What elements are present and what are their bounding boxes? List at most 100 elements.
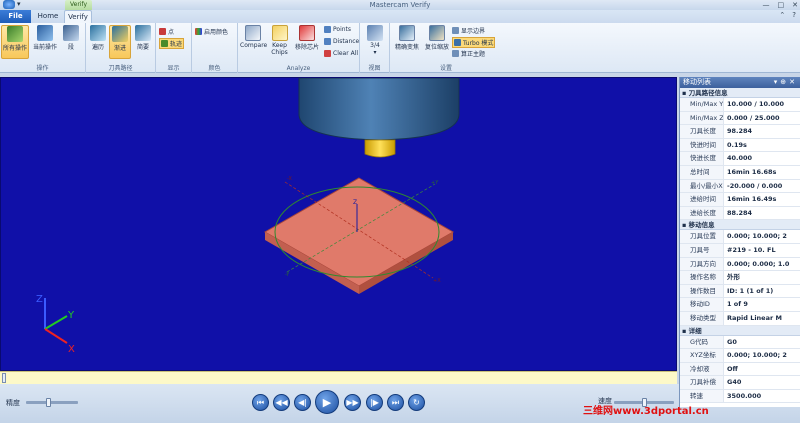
view-3-4-label: 3/4 xyxy=(370,42,380,49)
pin-icon[interactable]: ⊕ xyxy=(780,78,789,86)
help-icon[interactable]: ? xyxy=(792,11,796,19)
playback-timeline[interactable] xyxy=(0,371,677,384)
compare-label: Compare xyxy=(240,42,268,49)
step-back-button[interactable]: ◀| xyxy=(294,394,311,411)
group-label-display: 显示 xyxy=(167,65,180,72)
view-3-4-button[interactable]: 3/4 ▾ xyxy=(365,25,385,59)
loop-button[interactable]: ↻ xyxy=(408,394,425,411)
prop-value: 外形 xyxy=(727,273,740,282)
prop-key: 进给时间 xyxy=(680,193,724,206)
current-operation-button[interactable]: 当前操作 xyxy=(31,25,59,59)
panel-close-icon[interactable]: ✕ xyxy=(789,78,798,86)
enable-color-toggle[interactable]: 启用颜色 xyxy=(195,27,228,36)
theme-toggle[interactable]: 算正主题 xyxy=(452,49,485,58)
svg-text:-X: -X xyxy=(287,176,293,182)
table-row: 刀具方向 0.000; 0.000; 1.0 xyxy=(680,257,800,272)
next-op-button[interactable]: |▶ xyxy=(366,394,383,411)
traverse-label: 遍历 xyxy=(91,44,104,51)
table-row: G代码 G0 xyxy=(680,335,800,350)
compare-icon xyxy=(245,25,261,41)
prop-key: 快进时间 xyxy=(680,138,724,152)
reset-zoom-button[interactable]: 复位缩放 xyxy=(423,25,451,59)
svg-text:+X: +X xyxy=(433,278,441,284)
precise-zoom-button[interactable]: 精确变焦 xyxy=(393,25,421,59)
prev-op-button[interactable]: ◀◀ xyxy=(273,394,290,411)
last-button[interactable]: ⏭ xyxy=(387,394,404,411)
tab-verify[interactable]: Verify xyxy=(64,10,92,23)
table-row: 操作数目 ID: 1 (1 of 1) xyxy=(680,284,800,299)
points-toggle[interactable]: 点 xyxy=(159,27,174,36)
window-controls: — □ ✕ xyxy=(763,0,799,10)
compare-button[interactable]: Compare xyxy=(240,25,268,59)
turbo-mode-toggle[interactable]: Turbo 模式 xyxy=(452,37,496,48)
panel-header: 移动列表 ▾⊕✕ xyxy=(680,77,800,88)
show-boundary-toggle[interactable]: 显示边界 xyxy=(452,26,485,35)
prop-key: 进给长度 xyxy=(680,206,724,220)
prop-key: 总时间 xyxy=(680,165,724,179)
prop-value: 16min 16.49s xyxy=(727,195,777,204)
prop-value: Rapid Linear M xyxy=(727,313,782,322)
step-forward-button[interactable]: ▶▶ xyxy=(344,394,361,411)
clear-all-label: Clear All xyxy=(333,50,359,57)
section-toolpath-info[interactable]: ▪ 刀具路径信息 xyxy=(680,88,800,98)
prop-value: 0.000; 10.000; 2 xyxy=(727,351,787,360)
table-row: 冷却液 Off xyxy=(680,362,800,377)
collapse-ribbon-icon[interactable]: ⌃ xyxy=(779,11,785,19)
ribbon-group-view: 3/4 ▾ 视图 xyxy=(360,23,390,73)
group-label-toolpath: 刀具路径 xyxy=(108,65,133,72)
skip-to-start-icon: ⏮ xyxy=(256,397,265,407)
prop-key: 刀具长度 xyxy=(680,125,724,138)
timeline-scrubber[interactable] xyxy=(2,373,6,383)
move-list-panel: 移动列表 ▾⊕✕ ▪ 刀具路径信息 Min/Max Y 10.000 / 10.0… xyxy=(679,77,800,407)
axis-y-label: Y xyxy=(67,310,75,321)
site-watermark: 三维网www.3dportal.cn xyxy=(583,406,709,417)
progressive-icon xyxy=(112,26,128,42)
remove-chips-button[interactable]: 移除芯片 xyxy=(293,25,321,59)
prop-value: #219 - 10. FL xyxy=(727,245,776,254)
progressive-button[interactable]: 渐进 xyxy=(109,25,131,59)
clear-all-button[interactable]: Clear All xyxy=(324,50,358,57)
close-icon[interactable]: ✕ xyxy=(792,0,798,10)
traverse-button[interactable]: 遍历 xyxy=(88,25,108,59)
prop-key: 移动ID xyxy=(680,298,724,311)
precision-slider[interactable] xyxy=(26,401,78,404)
tab-file[interactable]: File xyxy=(0,10,31,23)
axis-x-label: X xyxy=(68,344,75,355)
prop-value: 40.000 xyxy=(727,154,753,163)
precision-slider-knob[interactable] xyxy=(46,398,51,407)
segment-button[interactable]: 段 xyxy=(61,25,81,59)
minimize-icon[interactable]: — xyxy=(763,0,770,10)
previous-icon: ◀◀ xyxy=(275,398,288,407)
precision-label: 精度 xyxy=(6,399,20,407)
prop-key: 最小/最小X xyxy=(680,179,724,193)
verify-viewport[interactable]: Z -X +Y +X -Y Z Y X xyxy=(0,77,677,371)
prop-key: 刀具位置 xyxy=(680,230,724,243)
ribbon-help-icons: ⌃ ? xyxy=(779,11,796,19)
maximize-icon[interactable]: □ xyxy=(778,0,785,10)
analyze-points-icon xyxy=(324,26,331,33)
section-details[interactable]: ▪ 详细 xyxy=(680,325,800,336)
prop-value: 0.000 / 25.000 xyxy=(727,113,780,122)
first-button[interactable]: ⏮ xyxy=(252,394,269,411)
points-button[interactable]: Points xyxy=(324,26,351,33)
table-row: Min/Max Y 10.000 / 10.000 xyxy=(680,98,800,112)
play-button[interactable]: ▶ xyxy=(315,390,339,414)
distance-button[interactable]: Distance xyxy=(324,38,359,45)
theme-icon xyxy=(452,50,459,57)
all-operations-button[interactable]: 所有操作 xyxy=(1,25,29,59)
brief-button[interactable]: 简要 xyxy=(133,25,153,59)
keep-chips-label: Keep Chips xyxy=(271,42,288,56)
stock-model: Z -X +Y +X -Y xyxy=(263,176,455,294)
ribbon-group-operation: 所有操作 当前操作 段 操作 xyxy=(0,23,86,73)
section-move-info[interactable]: ▪ 移动信息 xyxy=(680,220,800,231)
group-label-operation: 操作 xyxy=(36,65,49,72)
prop-key: G代码 xyxy=(680,335,724,349)
reset-zoom-icon xyxy=(429,25,445,41)
theme-label: 算正主题 xyxy=(461,51,486,58)
remove-chips-icon xyxy=(299,25,315,41)
precise-zoom-icon xyxy=(399,25,415,41)
trail-toggle[interactable]: 轨迹 xyxy=(159,38,185,49)
keep-chips-button[interactable]: Keep Chips xyxy=(267,25,292,67)
tab-home[interactable]: Home xyxy=(33,10,63,23)
all-operations-label: 所有操作 xyxy=(2,45,27,52)
